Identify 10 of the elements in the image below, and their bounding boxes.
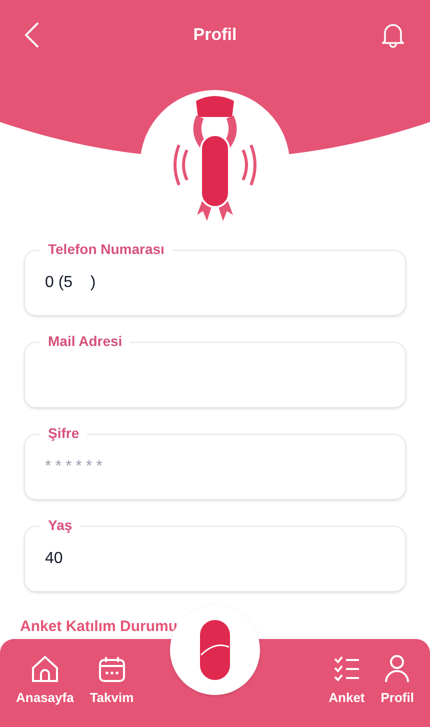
checklist-icon (332, 654, 362, 684)
pill-icon (199, 619, 231, 681)
nav-tab[interactable]: Anket (324, 654, 369, 707)
nav-tab[interactable]: Profil (376, 654, 418, 707)
nav-tab[interactable]: Takvim (86, 654, 138, 707)
nav-tab[interactable]: Anasayfa (12, 654, 78, 707)
page-title: Profil (193, 24, 237, 46)
bell-icon[interactable] (382, 21, 406, 49)
home-icon (30, 654, 60, 684)
section-title: Anket Katılım Durumu (20, 617, 179, 637)
